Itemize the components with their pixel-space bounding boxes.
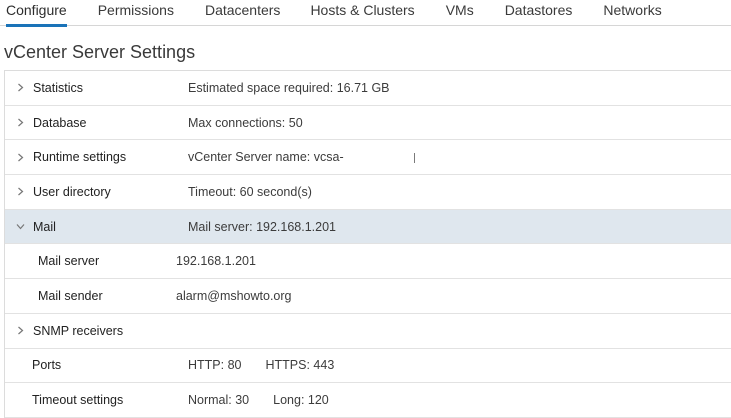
http-port: HTTP: 80 xyxy=(188,358,242,373)
redacted-area xyxy=(343,152,412,163)
row-value: 192.168.1.201 xyxy=(176,254,256,269)
chevron-right-icon[interactable] xyxy=(15,187,25,197)
tab-bar: Configure Permissions Datacenters Hosts … xyxy=(0,0,731,27)
settings-row-runtime[interactable]: Runtime settings vCenter Server name: vc… xyxy=(5,140,731,176)
settings-row-statistics[interactable]: Statistics Estimated space required: 16.… xyxy=(5,71,731,106)
row-value: HTTP: 80 HTTPS: 443 xyxy=(188,358,334,372)
settings-row-snmp[interactable]: SNMP receivers xyxy=(5,314,731,349)
page-title: vCenter Server Settings xyxy=(4,42,196,62)
row-label: Ports xyxy=(32,358,62,373)
row-value: Estimated space required: 16.71 GB xyxy=(188,80,390,95)
row-label: SNMP receivers xyxy=(33,323,124,338)
https-port: HTTPS: 443 xyxy=(265,358,335,373)
tab-configure[interactable]: Configure xyxy=(6,0,67,27)
chevron-right-icon[interactable] xyxy=(15,83,25,93)
row-label: Timeout settings xyxy=(32,393,124,408)
settings-row-timeout[interactable]: Timeout settings Normal: 30 Long: 120 xyxy=(5,383,731,418)
chevron-right-icon[interactable] xyxy=(15,152,25,162)
row-value: Normal: 30 Long: 120 xyxy=(188,393,329,407)
row-label: Database xyxy=(33,115,87,130)
settings-row-ports[interactable]: Ports HTTP: 80 HTTPS: 443 xyxy=(5,349,731,384)
text-cursor xyxy=(413,152,415,163)
row-label: Mail server xyxy=(38,254,100,269)
row-value: Max connections: 50 xyxy=(188,115,303,130)
tab-networks[interactable]: Networks xyxy=(603,0,661,24)
row-label: Runtime settings xyxy=(33,150,127,165)
settings-row-user-directory[interactable]: User directory Timeout: 60 second(s) xyxy=(5,175,731,210)
row-label: Statistics xyxy=(33,80,84,95)
chevron-right-icon[interactable] xyxy=(15,326,25,336)
tab-datacenters[interactable]: Datacenters xyxy=(205,0,280,24)
chevron-down-icon[interactable] xyxy=(15,222,25,232)
settings-subrow-mail-server: Mail server 192.168.1.201 xyxy=(5,244,731,280)
row-label: Mail sender xyxy=(38,288,103,303)
row-label: User directory xyxy=(33,184,111,199)
chevron-right-icon[interactable] xyxy=(15,118,25,128)
tab-datastores[interactable]: Datastores xyxy=(505,0,573,24)
settings-row-mail[interactable]: Mail Mail server: 192.168.1.201 xyxy=(5,209,731,245)
tab-hosts-clusters[interactable]: Hosts & Clusters xyxy=(310,0,414,24)
settings-row-database[interactable]: Database Max connections: 50 xyxy=(5,106,731,141)
timeout-long: Long: 120 xyxy=(273,393,329,408)
row-value: vCenter Server name: vcsa- xyxy=(188,150,415,164)
row-label: Mail xyxy=(33,219,56,234)
tab-permissions[interactable]: Permissions xyxy=(98,0,174,24)
row-value: Timeout: 60 second(s) xyxy=(188,184,312,199)
settings-list: Statistics Estimated space required: 16.… xyxy=(4,70,731,418)
row-value: Mail server: 192.168.1.201 xyxy=(188,219,337,234)
settings-subrow-mail-sender: Mail sender alarm@mshowto.org xyxy=(5,279,731,314)
server-name-text: vCenter Server name: vcsa- xyxy=(188,150,344,165)
tab-vms[interactable]: VMs xyxy=(446,0,474,24)
timeout-normal: Normal: 30 xyxy=(188,393,250,408)
row-value: alarm@mshowto.org xyxy=(176,288,292,303)
